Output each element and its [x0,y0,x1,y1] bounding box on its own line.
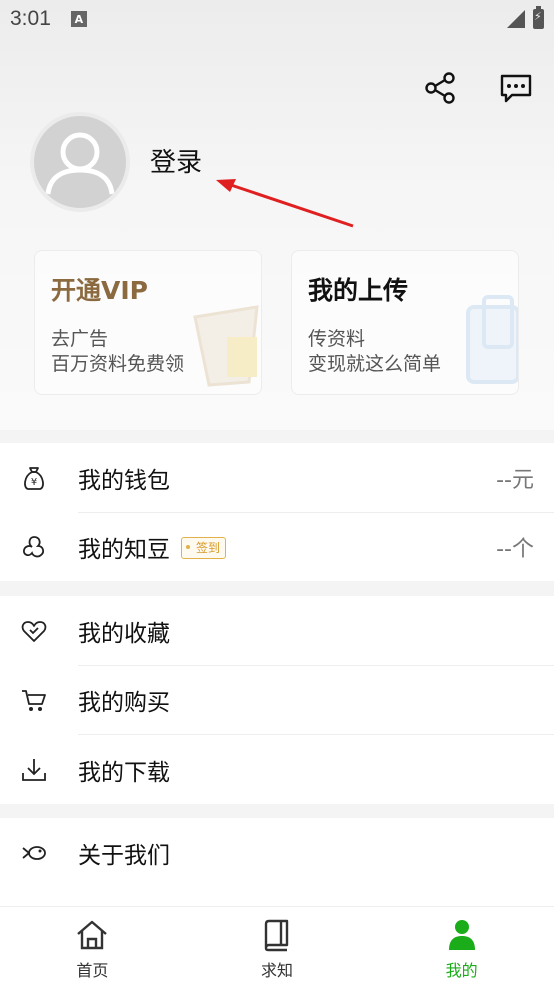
vip-card-line1: 去广告 [51,328,109,350]
vip-card-line2: 百万资料免费领 [51,353,185,375]
profile-icon [448,920,475,950]
notification-a-icon: A [70,11,87,27]
vip-card-title: 开通VIP [51,276,148,305]
message-icon[interactable] [498,70,534,106]
status-time: 3:01 [10,7,51,30]
downloads-label: 我的下载 [78,759,170,786]
about-section: 关于我们 [0,818,554,906]
annotation-arrow [216,179,354,228]
fish-logo-icon [22,845,46,860]
about-label: 关于我们 [78,842,170,869]
home-icon [77,920,108,950]
upload-card-line1: 传资料 [308,328,366,350]
checkin-badge[interactable]: 签到 [181,536,227,559]
upload-card-line2: 变现就这么简单 [308,353,442,375]
login-link[interactable]: 登录 [150,142,202,179]
tab-home-label: 首页 [76,961,109,980]
avatar[interactable] [30,112,130,212]
wallet-section: ¥ 我的钱包 --元 我的知豆 签到 --个 [0,443,554,581]
default-user-icon [45,132,115,195]
wallet-row[interactable]: ¥ 我的钱包 --元 [0,443,554,513]
signal-icon [507,10,525,28]
bottom-nav: 首页 求知 我的 [0,906,554,984]
favorites-label: 我的收藏 [78,620,170,647]
share-icon[interactable] [422,70,458,106]
battery-icon [533,6,544,29]
svg-text:¥: ¥ [31,477,37,488]
zhidou-row[interactable]: 我的知豆 签到 --个 [0,513,554,583]
tab-mine-label: 我的 [445,961,478,980]
heart-icon [21,620,47,642]
download-icon [22,758,46,781]
tab-mine[interactable]: 我的 [369,907,554,984]
zhidou-label: 我的知豆 [78,537,170,564]
downloads-row[interactable]: 我的下载 [0,735,554,805]
book-icon [264,919,289,952]
tab-home[interactable]: 首页 [0,907,185,984]
purchases-label: 我的购买 [78,690,170,717]
cart-icon [22,690,46,712]
purchases-row[interactable]: 我的购买 [0,666,554,735]
bean-icon [23,536,45,558]
upload-card[interactable]: 我的上传 传资料 变现就这么简单 [291,250,519,395]
tab-qiuzhi[interactable]: 求知 [185,907,370,984]
money-bag-icon: ¥ [24,466,44,490]
wallet-value: --元 [496,467,534,493]
vip-card[interactable]: 开通VIP 去广告 百万资料免费领 [34,250,262,395]
favorites-row[interactable]: 我的收藏 [0,596,554,666]
about-row[interactable]: 关于我们 [0,818,554,888]
zhidou-value: --个 [496,537,534,563]
tab-qiuzhi-label: 求知 [261,961,294,980]
status-bar: 3:01 A [0,0,554,38]
wallet-label: 我的钱包 [78,467,170,494]
upload-card-title: 我的上传 [308,276,409,305]
collection-section: 我的收藏 我的购买 我的下载 [0,596,554,804]
